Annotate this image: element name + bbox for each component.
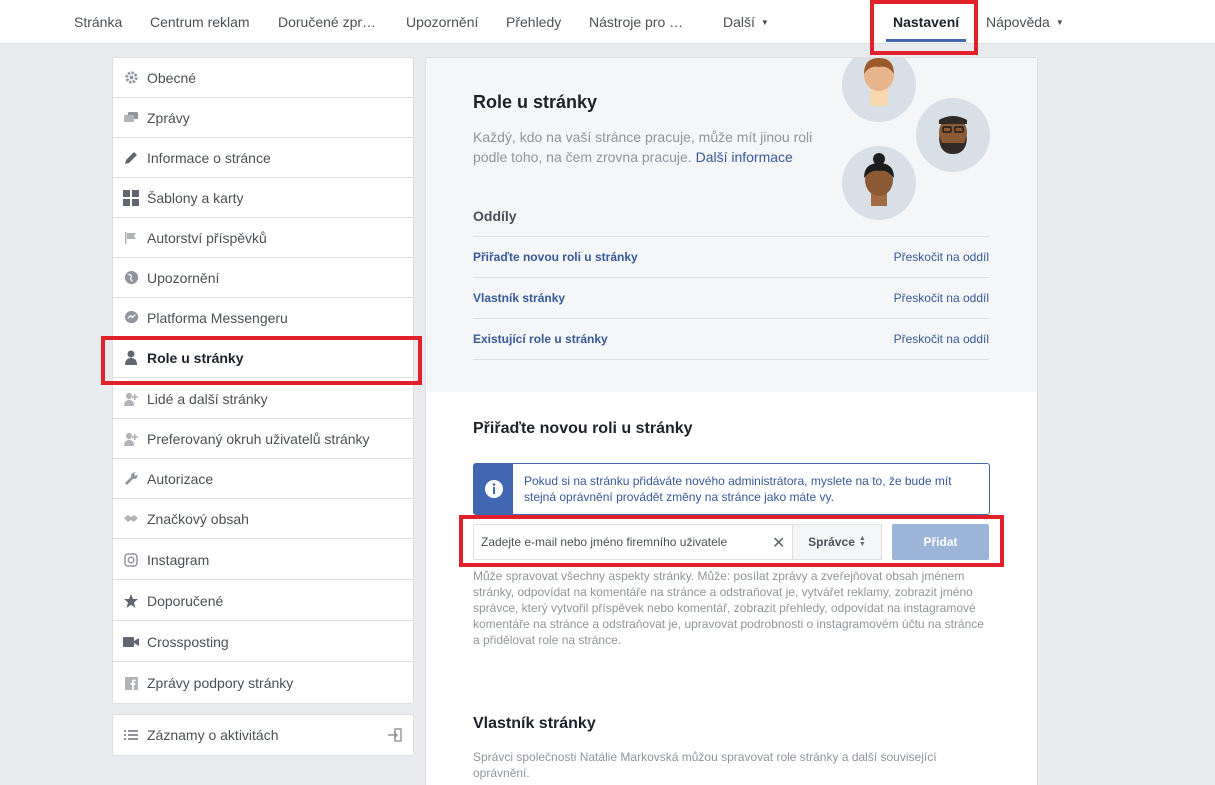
info-icon	[474, 464, 513, 514]
activity-log-panel: Záznamy o aktivitách	[112, 714, 414, 756]
settings-sidebar: Obecné Zprávy Informace o stránce Šablon…	[112, 57, 414, 704]
sections-heading: Oddíly	[473, 208, 517, 224]
select-arrows-icon: ▲ ▼	[858, 535, 866, 548]
sidebar-item-label: Crossposting	[147, 633, 229, 650]
sidebar-item-page-roles[interactable]: Role u stránky	[113, 338, 413, 378]
clear-input-icon[interactable]: ✕	[772, 533, 785, 553]
nav-item-more[interactable]: Další ▼	[723, 0, 769, 44]
sidebar-item-label: Instagram	[147, 551, 210, 568]
nav-item-publishing-tools[interactable]: Nástroje pro …	[589, 0, 683, 44]
page-title: Role u stránky	[473, 92, 598, 112]
jump-to-section-link[interactable]: Přeskočit na oddíl	[894, 250, 989, 264]
gear-icon	[123, 70, 139, 86]
sidebar-item-label: Záznamy o aktivitách	[147, 727, 279, 743]
flag-icon	[123, 230, 139, 246]
nav-item-inbox[interactable]: Doručené zpr…	[278, 0, 376, 44]
sidebar-item-page-support-inbox[interactable]: Zprávy podpory stránky	[113, 663, 413, 703]
avatar-illustration	[916, 98, 990, 172]
nav-item-notifications[interactable]: Upozornění	[406, 0, 478, 44]
section-row: Existující role u stránky Přeskočit na o…	[473, 318, 989, 359]
wrench-icon	[123, 471, 139, 487]
sidebar-item-messages[interactable]: Zprávy	[113, 98, 413, 138]
nav-item-insights[interactable]: Přehledy	[506, 0, 561, 44]
active-tab-indicator	[886, 39, 966, 42]
globe-icon	[123, 270, 139, 286]
sidebar-item-label: Zprávy podpory stránky	[147, 675, 294, 691]
list-icon	[123, 727, 139, 743]
sidebar-item-label: Značkový obsah	[147, 510, 249, 527]
role-select-value: Správce	[808, 535, 855, 549]
nav-item-page[interactable]: Stránka	[74, 0, 122, 44]
section-link-assign-role[interactable]: Přiřaďte novou roli u stránky	[473, 250, 638, 264]
nav-item-help[interactable]: Nápověda ▼	[986, 0, 1064, 44]
sidebar-item-label: Upozornění	[147, 269, 220, 286]
divider	[473, 359, 989, 360]
section-row: Přiřaďte novou roli u stránky Přeskočit …	[473, 236, 989, 277]
pencil-icon	[123, 150, 139, 166]
sidebar-item-preferred-audience[interactable]: Preferovaný okruh uživatelů stránky	[113, 419, 413, 459]
info-notice-text: Pokud si na stránku přidáváte nového adm…	[524, 474, 952, 504]
sidebar-item-label: Zprávy	[147, 109, 190, 126]
caret-down-icon: ▼	[760, 18, 769, 28]
facebook-icon	[123, 675, 139, 691]
people-icon	[123, 431, 139, 447]
sidebar-item-label: Preferovaný okruh uživatelů stránky	[147, 430, 370, 447]
intro-text: Každý, kdo na vaší stránce pracuje, může…	[473, 127, 823, 167]
video-icon	[123, 634, 139, 650]
jump-to-section-link[interactable]: Přeskočit na oddíl	[894, 332, 989, 346]
grid-icon	[123, 189, 139, 206]
sidebar-item-featured[interactable]: Doporučené	[113, 581, 413, 621]
sidebar-item-label: Šablony a karty	[147, 189, 244, 206]
role-description: Může spravovat všechny aspekty stránky. …	[473, 569, 984, 647]
page-owner-heading: Vlastník stránky	[473, 715, 596, 732]
sidebar-item-label: Platforma Messengeru	[147, 309, 288, 326]
avatar-illustration	[842, 146, 916, 220]
sidebar-item-label: Autorizace	[147, 470, 214, 487]
sidebar-item-authorization[interactable]: Autorizace	[113, 459, 413, 499]
section-row: Vlastník stránky Přeskočit na oddíl	[473, 277, 989, 318]
sidebar-item-label: Obecné	[147, 69, 197, 86]
sidebar-item-activity-log[interactable]: Záznamy o aktivitách	[113, 715, 413, 755]
sidebar-item-label: Informace o stránce	[147, 149, 271, 166]
sidebar-item-templates-tabs[interactable]: Šablony a karty	[113, 178, 413, 218]
nav-item-ad-center[interactable]: Centrum reklam	[150, 0, 250, 44]
sidebar-item-label: Autorství příspěvků	[147, 229, 267, 246]
nav-item-more-label: Další	[723, 14, 755, 30]
sidebar-item-label: Doporučené	[147, 592, 224, 609]
jump-to-section-link[interactable]: Přeskočit na oddíl	[894, 291, 989, 305]
sidebar-item-notifications[interactable]: Upozornění	[113, 258, 413, 298]
person-icon	[123, 350, 139, 366]
sidebar-item-label: Lidé a další stránky	[147, 390, 268, 407]
chat-icon	[123, 110, 139, 126]
sidebar-item-general[interactable]: Obecné	[113, 58, 413, 98]
top-navigation: Stránka Centrum reklam Doručené zpr… Upo…	[0, 0, 1215, 44]
page-owner-text: Správci společnosti Natálie Markovská mů…	[473, 750, 937, 780]
sidebar-item-crossposting[interactable]: Crossposting	[113, 622, 413, 662]
sidebar-item-instagram[interactable]: Instagram	[113, 540, 413, 580]
email-or-name-input[interactable]	[473, 524, 793, 560]
instagram-icon	[123, 552, 139, 568]
people-icon	[123, 391, 139, 407]
caret-down-icon: ▼	[1055, 18, 1064, 28]
page-roles-panel: Role u stránky Každý, kdo na vaší stránc…	[425, 57, 1038, 785]
learn-more-link[interactable]: Další informace	[696, 149, 793, 165]
nav-item-settings[interactable]: Nastavení	[893, 0, 959, 44]
sidebar-item-post-attribution[interactable]: Autorství příspěvků	[113, 218, 413, 258]
admin-info-notice: Pokud si na stránku přidáváte nového adm…	[473, 463, 990, 515]
add-button[interactable]: Přidat	[892, 524, 989, 560]
sidebar-item-messenger-platform[interactable]: Platforma Messengeru	[113, 298, 413, 338]
sidebar-item-branded-content[interactable]: Značkový obsah	[113, 499, 413, 539]
section-link-existing-roles[interactable]: Existující role u stránky	[473, 332, 608, 346]
nav-item-help-label: Nápověda	[986, 14, 1050, 30]
sidebar-item-label: Role u stránky	[147, 349, 244, 366]
sidebar-item-people-pages[interactable]: Lidé a další stránky	[113, 379, 413, 419]
messenger-icon	[123, 310, 139, 326]
role-select[interactable]: Správce ▲ ▼	[793, 524, 882, 560]
open-external-icon[interactable]	[387, 727, 403, 748]
handshake-icon	[123, 511, 139, 527]
star-icon	[123, 593, 139, 609]
section-link-page-owner[interactable]: Vlastník stránky	[473, 291, 565, 305]
sidebar-item-page-info[interactable]: Informace o stránce	[113, 138, 413, 178]
assign-role-heading: Přiřaďte novou roli u stránky	[473, 420, 693, 437]
